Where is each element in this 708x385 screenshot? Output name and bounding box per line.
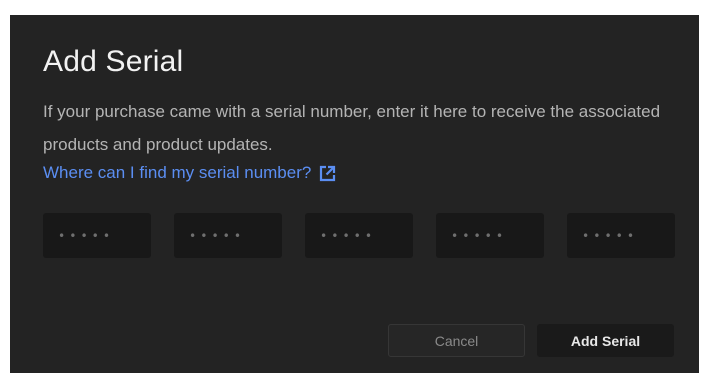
find-serial-help-link[interactable]: Where can I find my serial number? bbox=[43, 163, 336, 183]
add-serial-dialog: Add Serial If your purchase came with a … bbox=[10, 15, 699, 373]
external-link-icon bbox=[319, 165, 336, 182]
serial-input-group bbox=[43, 213, 675, 258]
add-serial-button[interactable]: Add Serial bbox=[537, 324, 674, 357]
help-link-label: Where can I find my serial number? bbox=[43, 163, 312, 182]
cancel-button[interactable]: Cancel bbox=[388, 324, 525, 357]
serial-field-5[interactable] bbox=[567, 213, 675, 258]
serial-field-1[interactable] bbox=[43, 213, 151, 258]
serial-field-3[interactable] bbox=[305, 213, 413, 258]
serial-field-4[interactable] bbox=[436, 213, 544, 258]
dialog-title: Add Serial bbox=[43, 45, 184, 78]
serial-field-2[interactable] bbox=[174, 213, 282, 258]
dialog-description: If your purchase came with a serial numb… bbox=[43, 102, 661, 154]
